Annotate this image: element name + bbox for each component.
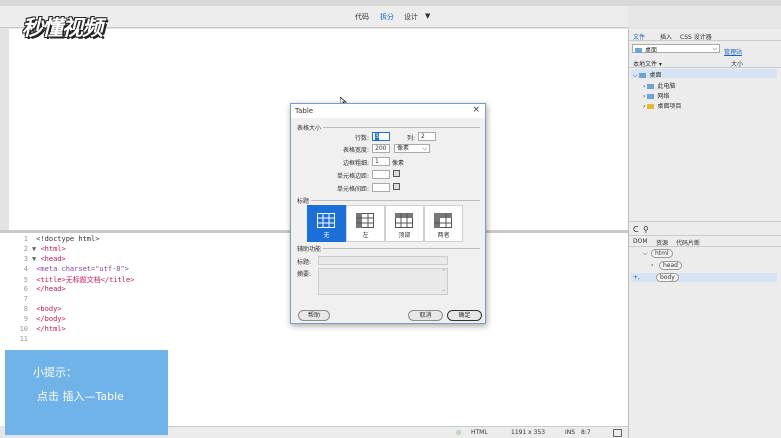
- add-node-button[interactable]: +,: [633, 274, 640, 281]
- refresh-icon[interactable]: C: [633, 225, 639, 234]
- section-accessibility: 辅助功能: [297, 246, 322, 253]
- cell-padding-input[interactable]: [372, 170, 390, 179]
- tip-title: 小提示：: [33, 366, 77, 379]
- table-none-icon: [317, 213, 335, 228]
- close-icon[interactable]: ×: [472, 105, 480, 115]
- table-dialog: Table × 表格大小 行数: 3 列: 2 表格宽度: 200 像素 ⌵ 边框…: [290, 103, 486, 324]
- scroll-up-icon[interactable]: ⌃: [442, 269, 446, 276]
- chevron-down-icon: ⌵: [712, 45, 717, 52]
- border-input[interactable]: 1: [372, 157, 390, 166]
- code-line: 5 <title>无标题文档</title>: [23, 276, 135, 284]
- right-panel: 文件 插入 CSS 设计器 桌面 ⌵ 管理站 本地文件 ▾ 大小 ⌵ 桌面 › …: [628, 29, 781, 438]
- border-label: 边框粗细:: [342, 160, 369, 167]
- border-unit: 像素: [392, 160, 405, 167]
- code-line: 7: [23, 295, 28, 303]
- left-gutter: [0, 29, 9, 230]
- help-button[interactable]: 帮助: [298, 310, 330, 321]
- split-view-button[interactable]: 拆分: [380, 12, 394, 22]
- code-line: 9 </body>: [23, 315, 66, 323]
- dom-node-body[interactable]: body: [656, 273, 679, 282]
- header-option-top[interactable]: 顶部: [385, 205, 424, 242]
- summary-textarea[interactable]: ⌃ ⌄: [318, 268, 448, 295]
- caption-input[interactable]: [318, 256, 448, 265]
- tree-item-desktop[interactable]: ⌵ 桌面: [633, 70, 661, 80]
- dialog-title: Table: [295, 107, 314, 115]
- scroll-down-icon[interactable]: ⌄: [442, 287, 446, 294]
- code-line: 11: [19, 335, 28, 343]
- chevron-right-icon[interactable]: ›: [651, 262, 653, 269]
- section-table-size: 表格大小: [297, 125, 322, 132]
- header-option-left[interactable]: 左: [346, 205, 385, 242]
- site-select[interactable]: 桌面 ⌵: [632, 44, 720, 54]
- preview-icon[interactable]: [613, 429, 622, 437]
- code-line: 4 <meta charset="utf-8">: [23, 265, 129, 273]
- status-bar: ◎ HTML 1191 x 353 INS 8:7: [168, 426, 628, 438]
- code-line: 10 </html>: [19, 325, 66, 333]
- design-view-button[interactable]: 设计: [404, 12, 418, 22]
- width-unit-select[interactable]: 像素 ⌵: [394, 144, 430, 153]
- doc-type-select[interactable]: HTML: [471, 429, 488, 436]
- caption-label: 标题:: [297, 259, 312, 266]
- dialog-titlebar[interactable]: Table ×: [291, 104, 485, 118]
- width-input[interactable]: 200: [372, 144, 390, 153]
- dom-node-html[interactable]: html: [651, 249, 673, 258]
- code-view-button[interactable]: 代码: [355, 12, 369, 22]
- cols-input[interactable]: 2: [418, 132, 436, 141]
- width-label: 表格宽度:: [342, 147, 369, 154]
- summary-label: 摘要:: [297, 271, 312, 278]
- desktop-icon: [635, 47, 642, 53]
- chevron-down-icon[interactable]: ⌵: [643, 250, 648, 258]
- tab-dom[interactable]: DOM: [633, 238, 648, 245]
- table-left-header-icon: [356, 213, 374, 228]
- chevron-down-icon: ⌵: [422, 145, 427, 152]
- rows-label: 行数:: [354, 135, 369, 142]
- cell-padding-icon: [393, 170, 400, 177]
- manage-sites-link[interactable]: 管理站: [724, 47, 742, 56]
- ok-button[interactable]: 确定: [447, 310, 482, 321]
- cell-padding-label: 单元格边距:: [336, 173, 369, 180]
- code-line: 6 </head>: [23, 285, 66, 293]
- code-line: 8 <body>: [23, 305, 62, 313]
- watermark-logo: 秒懂视频: [22, 16, 103, 40]
- code-line: 3 ▼ <head>: [23, 255, 66, 263]
- status-ok-icon: ◎: [456, 429, 462, 436]
- section-header: 标题: [297, 198, 310, 205]
- cols-label: 列:: [406, 135, 415, 142]
- header-option-both[interactable]: 两者: [424, 205, 463, 242]
- cursor-position: 8:7: [581, 429, 591, 436]
- cell-spacing-icon: [393, 183, 400, 190]
- table-top-header-icon: [395, 213, 413, 228]
- chevron-down-icon[interactable]: ▼: [425, 12, 430, 20]
- tip-body: 点击 插入—Table: [37, 390, 124, 403]
- tree-item-this-pc[interactable]: › 此电脑: [643, 81, 675, 90]
- rows-input[interactable]: 3: [372, 132, 390, 141]
- tip-box: 小提示： 点击 插入—Table: [5, 350, 168, 435]
- cancel-button[interactable]: 取消: [408, 310, 443, 321]
- insert-mode: INS: [565, 429, 576, 436]
- code-line: 2 ▼ <html>: [23, 245, 66, 253]
- cell-spacing-label: 单元格间距:: [336, 186, 369, 193]
- code-line: 1 <!doctype html>: [23, 235, 100, 243]
- window-size-select[interactable]: 1191 x 353: [511, 429, 545, 436]
- table-both-headers-icon: [434, 213, 452, 228]
- tree-item-network[interactable]: › 网络: [643, 91, 669, 100]
- dom-node-head[interactable]: head: [659, 261, 682, 270]
- connect-icon[interactable]: ⚲: [643, 225, 649, 234]
- header-option-none[interactable]: 无: [307, 205, 346, 242]
- cell-spacing-input[interactable]: [372, 183, 390, 192]
- tree-item-desktop-project[interactable]: › 桌面项目: [643, 101, 681, 110]
